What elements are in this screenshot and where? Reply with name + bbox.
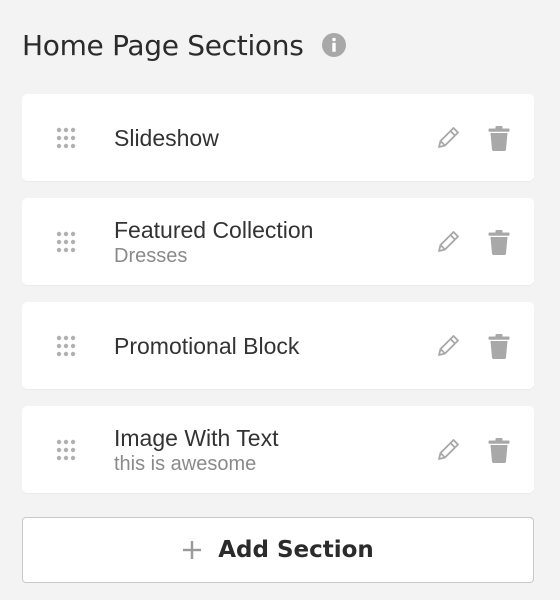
section-card[interactable]: Slideshow	[22, 94, 534, 181]
drag-handle-icon[interactable]	[55, 439, 77, 461]
add-section-button[interactable]: Add Section	[22, 517, 534, 583]
edit-button[interactable]	[434, 124, 462, 152]
page-title: Home Page Sections	[22, 28, 304, 62]
drag-handle-icon[interactable]	[55, 127, 77, 149]
section-title: Slideshow	[114, 124, 219, 151]
section-card[interactable]: Promotional Block	[22, 302, 534, 389]
section-title: Featured Collection	[114, 216, 314, 243]
delete-button[interactable]	[485, 332, 513, 360]
section-title: Promotional Block	[114, 332, 300, 359]
pencil-icon	[438, 230, 459, 252]
edit-button[interactable]	[434, 436, 462, 464]
trash-icon	[488, 333, 510, 359]
section-text: Slideshow	[114, 124, 219, 152]
edit-button[interactable]	[434, 228, 462, 256]
trash-icon	[488, 125, 510, 151]
pencil-icon	[438, 126, 459, 148]
delete-button[interactable]	[485, 228, 513, 256]
header: Home Page Sections	[22, 24, 346, 66]
trash-icon	[488, 229, 510, 255]
edit-button[interactable]	[434, 332, 462, 360]
section-text: Featured Collection Dresses	[114, 216, 313, 268]
section-subtitle: Dresses	[114, 244, 188, 267]
pencil-icon	[438, 334, 459, 356]
pencil-icon	[438, 438, 459, 460]
section-text: Promotional Block	[114, 332, 299, 360]
home-page-sections-panel: Home Page Sections Slideshow Featured Co…	[0, 0, 560, 600]
section-list: Slideshow Featured Collection Dresses Pr…	[22, 94, 534, 510]
section-title: Image With Text	[114, 424, 279, 451]
delete-button[interactable]	[485, 124, 513, 152]
section-card[interactable]: Featured Collection Dresses	[22, 198, 534, 285]
section-card[interactable]: Image With Text this is awesome	[22, 406, 534, 493]
drag-handle-icon[interactable]	[55, 231, 77, 253]
plus-icon	[182, 540, 202, 560]
trash-icon	[488, 437, 510, 463]
delete-button[interactable]	[485, 436, 513, 464]
info-icon[interactable]	[321, 33, 346, 57]
drag-handle-icon[interactable]	[55, 335, 77, 357]
section-subtitle: this is awesome	[114, 452, 257, 475]
section-text: Image With Text this is awesome	[114, 424, 278, 476]
add-section-label: Add Section	[218, 537, 374, 563]
